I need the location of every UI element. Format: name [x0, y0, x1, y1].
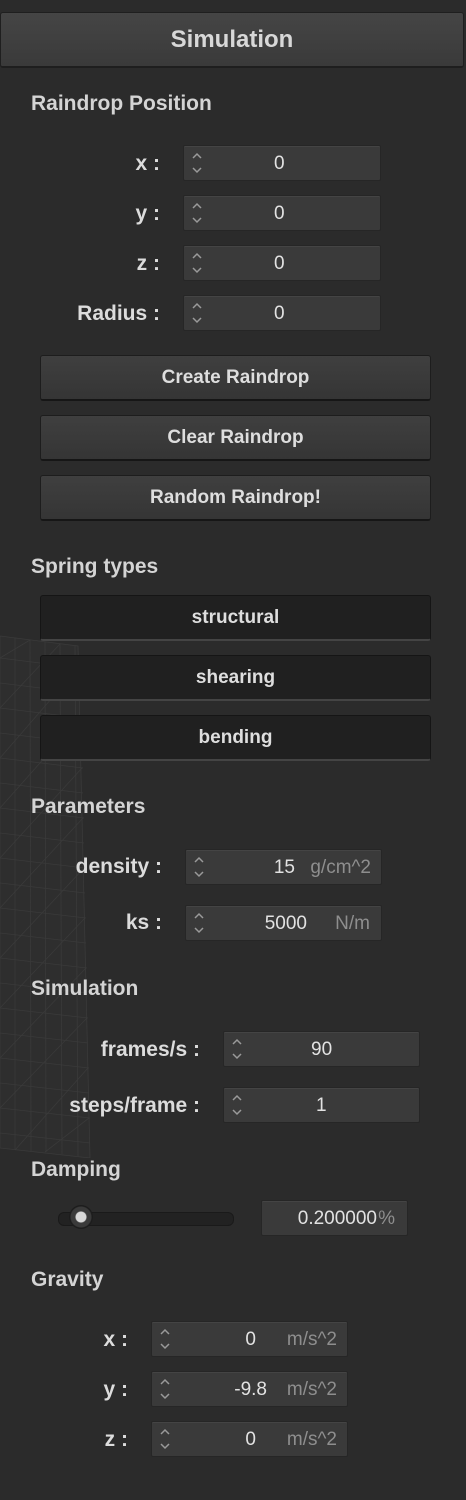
frames-per-second-value: 90	[311, 1039, 333, 1060]
frames-per-second-spinbox[interactable]: 90	[223, 1031, 420, 1067]
gravity-heading: Gravity	[31, 1268, 104, 1291]
panel-title: Simulation	[0, 12, 464, 68]
create-raindrop-button[interactable]: Create Raindrop	[40, 355, 431, 401]
gravity-y-value: -9.8	[234, 1379, 267, 1400]
ks-value: 5000	[264, 913, 307, 934]
gravity-x-unit: m/s^2	[286, 1329, 337, 1350]
density-unit: g/cm^2	[310, 857, 371, 878]
gravity-z-value: 0	[245, 1429, 256, 1450]
ks-spinbox[interactable]: 5000 N/m	[185, 905, 382, 941]
bending-toggle[interactable]: bending	[40, 715, 431, 761]
clear-raindrop-button[interactable]: Clear Raindrop	[40, 415, 431, 461]
spin-arrows-icon[interactable]	[230, 1091, 244, 1119]
gravity-z-label: z :	[104, 1428, 128, 1451]
shearing-toggle[interactable]: shearing	[40, 655, 431, 701]
spin-arrows-icon[interactable]	[190, 199, 204, 227]
steps-per-frame-spinbox[interactable]: 1	[223, 1087, 420, 1123]
damping-value: 0.200000	[297, 1208, 377, 1229]
raindrop-y-value: 0	[274, 203, 285, 224]
raindrop-radius-spinbox[interactable]: 0	[183, 295, 381, 331]
density-spinbox[interactable]: 15 g/cm^2	[185, 849, 382, 885]
spin-arrows-icon[interactable]	[158, 1425, 172, 1453]
spin-arrows-icon[interactable]	[190, 249, 204, 277]
cloth-mesh-background	[0, 635, 91, 1158]
damping-unit: %	[378, 1208, 395, 1229]
steps-per-frame-label: steps/frame :	[69, 1094, 200, 1117]
raindrop-z-spinbox[interactable]: 0	[183, 245, 381, 281]
spin-arrows-icon[interactable]	[158, 1375, 172, 1403]
gravity-y-spinbox[interactable]: -9.8 m/s^2	[151, 1371, 348, 1407]
spin-arrows-icon[interactable]	[190, 149, 204, 177]
raindrop-z-value: 0	[274, 253, 285, 274]
gravity-x-label: x :	[103, 1328, 128, 1351]
density-value: 15	[273, 857, 295, 878]
raindrop-radius-value: 0	[274, 303, 285, 324]
simulation-heading: Simulation	[31, 977, 139, 1000]
spin-arrows-icon[interactable]	[230, 1035, 244, 1063]
raindrop-x-spinbox[interactable]: 0	[183, 145, 381, 181]
raindrop-y-spinbox[interactable]: 0	[183, 195, 381, 231]
raindrop-x-label: x :	[135, 152, 160, 175]
raindrop-y-label: y :	[135, 202, 160, 225]
raindrop-z-label: z :	[136, 252, 160, 275]
density-label: density :	[75, 855, 162, 878]
damping-heading: Damping	[31, 1158, 121, 1181]
ks-label: ks :	[125, 911, 162, 934]
gravity-z-unit: m/s^2	[286, 1429, 337, 1450]
raindrop-radius-label: Radius :	[77, 302, 160, 325]
steps-per-frame-value: 1	[316, 1095, 327, 1116]
gravity-y-label: y :	[103, 1378, 128, 1401]
spin-arrows-icon[interactable]	[192, 909, 206, 937]
gravity-x-spinbox[interactable]: 0 m/s^2	[151, 1321, 348, 1357]
spin-arrows-icon[interactable]	[192, 853, 206, 881]
spring-types-heading: Spring types	[31, 555, 159, 578]
damping-slider-handle[interactable]	[69, 1205, 94, 1229]
structural-toggle[interactable]: structural	[40, 595, 431, 641]
damping-value-field[interactable]: 0.200000 %	[261, 1200, 408, 1236]
gravity-x-value: 0	[245, 1329, 256, 1350]
gravity-y-unit: m/s^2	[286, 1379, 337, 1400]
raindrop-x-value: 0	[274, 153, 285, 174]
spin-arrows-icon[interactable]	[190, 299, 204, 327]
raindrop-position-heading: Raindrop Position	[31, 92, 212, 115]
gravity-z-spinbox[interactable]: 0 m/s^2	[151, 1421, 348, 1457]
parameters-heading: Parameters	[31, 795, 146, 818]
frames-per-second-label: frames/s :	[100, 1038, 200, 1061]
ks-unit: N/m	[335, 913, 370, 934]
spin-arrows-icon[interactable]	[158, 1325, 172, 1353]
random-raindrop-button[interactable]: Random Raindrop!	[40, 475, 431, 521]
